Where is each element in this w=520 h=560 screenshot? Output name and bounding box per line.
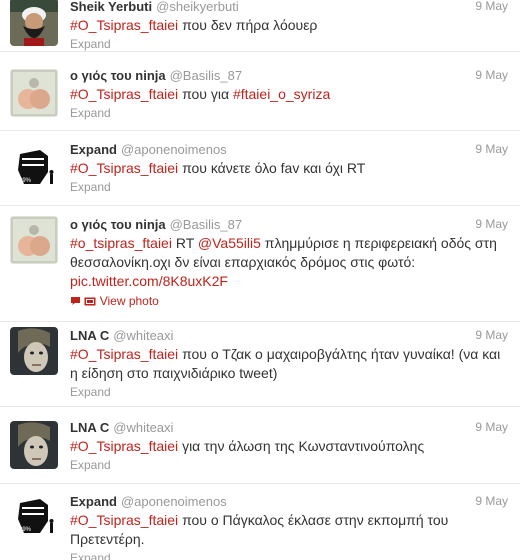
tweet-item[interactable]: ο γιός του ninja @Basilis_87 9 May #O_Tsi… (0, 52, 520, 131)
tweet-timestamp[interactable]: 9 May (475, 419, 508, 436)
expand-link[interactable]: Expand (70, 550, 508, 560)
cartoon-avatar-icon[interactable] (10, 216, 58, 264)
tweet-text: #O_Tsipras_ftaiei που ο Πάγκαλος έκλασε … (70, 511, 508, 549)
author-username[interactable]: @aponenoimenos (121, 494, 227, 509)
tweet-timestamp[interactable]: 9 May (475, 216, 508, 233)
cartoon-avatar-icon[interactable] (10, 69, 58, 117)
tweet-text: #o_tsipras_ftaiei RT @Va55ili5 πλημμύρισ… (70, 234, 508, 291)
tweet-item[interactable]: ο γιός του ninja @Basilis_87 9 May #o_tsi… (0, 206, 520, 322)
tweet-text-segment: για την άλωση της Κωνσταντινούπολης (182, 438, 425, 454)
tweet-timestamp[interactable]: 9 May (475, 67, 508, 84)
expand-link[interactable]: Expand (70, 384, 508, 400)
tweet-text-segment: που για (182, 86, 230, 102)
raised-fist-avatar-icon[interactable]: 99% (10, 144, 58, 192)
tweet-timeline: Sheik Yerbuti @sheikyerbuti 9 May #O_Tsip… (0, 0, 520, 560)
raised-fist-avatar-icon[interactable]: 99% (10, 493, 58, 541)
view-photo-label[interactable]: View photo (100, 294, 159, 308)
tweet-text: #O_Tsipras_ftaiei για την άλωση της Κωνσ… (70, 437, 508, 456)
portrait-avatar-icon[interactable] (10, 327, 58, 375)
hashtag-link[interactable]: #O_Tsipras_ftaiei (70, 160, 178, 176)
tweet-timestamp[interactable]: 9 May (475, 0, 508, 15)
author-username[interactable]: @Basilis_87 (170, 217, 242, 232)
tweet-item[interactable]: LNA C @whiteaxi 9 May #O_Tsipras_ftaiei γ… (0, 407, 520, 484)
tweet-text-segment: που δεν πήρα λόουερ (182, 17, 318, 33)
expand-link[interactable]: Expand (70, 105, 508, 121)
hashtag-link[interactable]: #O_Tsipras_ftaiei (70, 86, 178, 102)
tweet-item[interactable]: LNA C @whiteaxi 9 May #O_Tsipras_ftaiei π… (0, 322, 520, 407)
bearded-man-avatar-icon[interactable] (10, 0, 58, 46)
author-name[interactable]: ο γιός του ninja (70, 68, 166, 83)
author-username[interactable]: @whiteaxi (113, 328, 173, 343)
svg-text:99%: 99% (19, 178, 32, 184)
svg-text:99%: 99% (19, 527, 32, 533)
mention-link[interactable]: @Va55ili5 (198, 235, 261, 251)
tweet-timestamp[interactable]: 9 May (475, 493, 508, 510)
hashtag-link[interactable]: #ftaiei_o_syriza (233, 86, 330, 102)
author-name[interactable]: Sheik Yerbuti (70, 0, 152, 14)
tweet-text: #O_Tsipras_ftaiei που κάνετε όλο fav και… (70, 159, 508, 178)
tweet-text-segment: που κάνετε όλο fav και όχι RT (182, 160, 366, 176)
view-photo-link[interactable]: View photo (70, 293, 508, 310)
hashtag-link[interactable]: #O_Tsipras_ftaiei (70, 512, 178, 528)
expand-link[interactable]: Expand (70, 457, 508, 473)
speech-bubble-icon (70, 294, 81, 310)
author-name[interactable]: Expand (70, 494, 117, 509)
photo-url-link[interactable]: pic.twitter.com/8K8uxK2F (70, 273, 228, 289)
author-name[interactable]: Expand (70, 142, 117, 157)
author-name[interactable]: ο γιός του ninja (70, 217, 166, 232)
hashtag-link[interactable]: #O_Tsipras_ftaiei (70, 438, 178, 454)
expand-link[interactable]: Expand (70, 36, 508, 52)
hashtag-link[interactable]: #O_Tsipras_ftaiei (70, 346, 178, 362)
tweet-item[interactable]: 99% Expand @aponenoimenos 9 May #O_Tsipra… (0, 131, 520, 206)
portrait-avatar-icon[interactable] (10, 421, 58, 469)
author-name[interactable]: LNA C (70, 328, 109, 343)
tweet-timestamp[interactable]: 9 May (475, 327, 508, 344)
photo-icon (84, 294, 96, 310)
tweet-text: #O_Tsipras_ftaiei που για #ftaiei_o_syri… (70, 85, 508, 104)
tweet-text: #O_Tsipras_ftaiei που δεν πήρα λόουερ (70, 16, 508, 35)
tweet-text-segment: RT (175, 235, 194, 251)
author-name[interactable]: LNA C (70, 420, 109, 435)
author-username[interactable]: @sheikyerbuti (156, 0, 239, 14)
expand-link[interactable]: Expand (70, 179, 508, 195)
author-username[interactable]: @aponenoimenos (121, 142, 227, 157)
tweet-item[interactable]: 99% Expand @aponenoimenos 9 May #O_Tsipra… (0, 484, 520, 560)
tweet-timestamp[interactable]: 9 May (475, 141, 508, 158)
author-username[interactable]: @whiteaxi (113, 420, 173, 435)
author-username[interactable]: @Basilis_87 (170, 68, 242, 83)
hashtag-link[interactable]: #O_Tsipras_ftaiei (70, 17, 178, 33)
tweet-item[interactable]: Sheik Yerbuti @sheikyerbuti 9 May #O_Tsip… (0, 0, 520, 52)
hashtag-link[interactable]: #o_tsipras_ftaiei (70, 235, 172, 251)
tweet-text: #O_Tsipras_ftaiei που ο Τζακ ο μαχαιροβγ… (70, 345, 508, 383)
